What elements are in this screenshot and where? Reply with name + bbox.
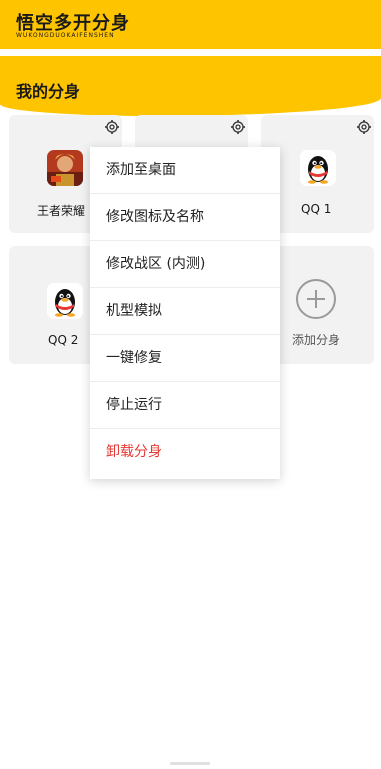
menu-stop-running[interactable]: 停止运行	[90, 382, 280, 429]
menu-add-to-desktop[interactable]: 添加至桌面	[90, 147, 280, 194]
plus-circle-icon[interactable]	[296, 279, 336, 319]
menu-one-click-repair[interactable]: 一键修复	[90, 335, 280, 382]
qq-penguin-icon	[47, 283, 83, 319]
qq-penguin-icon	[300, 150, 336, 186]
menu-edit-region[interactable]: 修改战区 (内测)	[90, 241, 280, 288]
menu-device-simulation[interactable]: 机型模拟	[90, 288, 280, 335]
game-hero-icon	[47, 150, 83, 186]
clone-label: QQ 1	[301, 202, 332, 216]
menu-edit-icon-name[interactable]: 修改图标及名称	[90, 194, 280, 241]
context-menu: 添加至桌面 修改图标及名称 修改战区 (内测) 机型模拟 一键修复 停止运行 卸…	[90, 147, 280, 479]
clone-label: QQ 2	[48, 333, 79, 347]
settings-gear-icon[interactable]	[230, 119, 246, 135]
app-subtitle: WUKONGDUOKAIFENSHEN	[16, 32, 115, 39]
section-title: 我的分身	[16, 82, 81, 101]
menu-uninstall-clone[interactable]: 卸载分身	[90, 429, 280, 476]
app-header: 悟空多开分身 WUKONGDUOKAIFENSHEN	[0, 0, 381, 49]
clone-label: 王者荣耀	[37, 204, 86, 218]
add-clone-label: 添加分身	[292, 333, 341, 347]
settings-gear-icon[interactable]	[104, 119, 120, 135]
home-indicator	[170, 762, 210, 765]
settings-gear-icon[interactable]	[356, 119, 372, 135]
